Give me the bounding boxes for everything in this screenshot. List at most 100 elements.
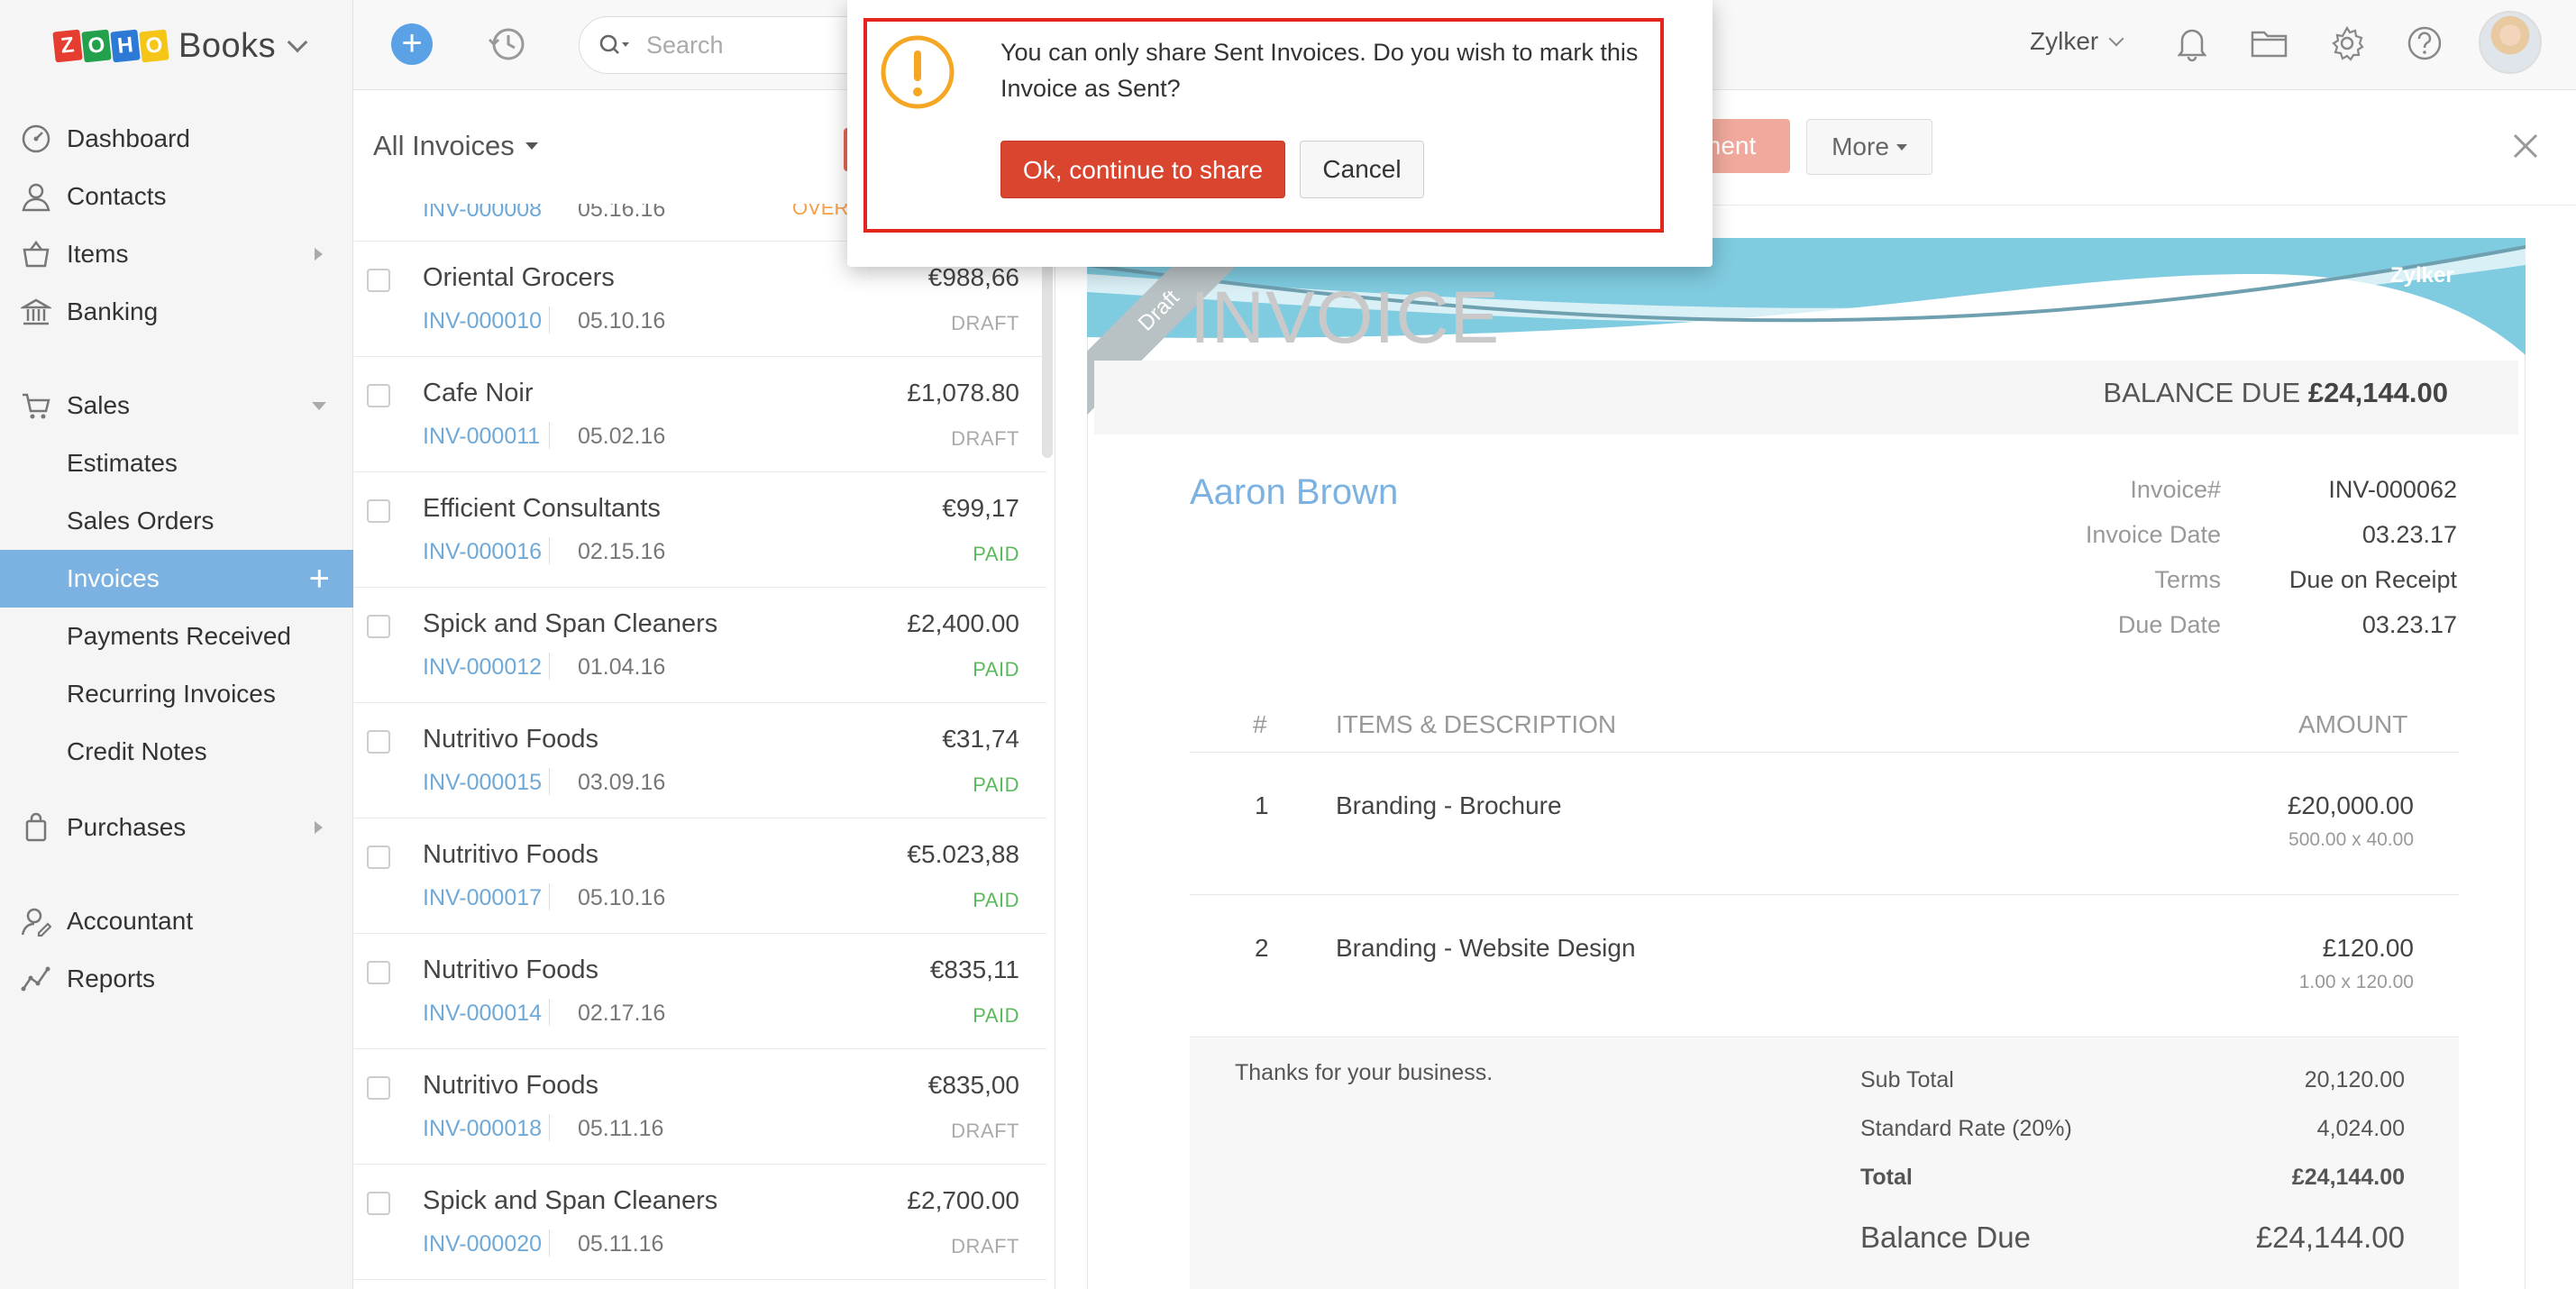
sidebar-item-label: Reports bbox=[67, 964, 156, 992]
list-item[interactable]: Spick and Span Cleaners £2,700.00 INV-0000… bbox=[354, 1165, 1046, 1280]
quick-create-plus-icon[interactable]: + bbox=[391, 23, 433, 65]
sidebar-item-items[interactable]: Items bbox=[0, 225, 353, 283]
sidebar-subitem-sales-orders[interactable]: Sales Orders bbox=[0, 492, 353, 550]
warning-icon bbox=[880, 34, 955, 110]
invoice-number[interactable]: INV-000008 bbox=[423, 204, 542, 223]
row-checkbox[interactable] bbox=[367, 615, 390, 638]
line-item-number: 2 bbox=[1255, 934, 1269, 962]
help-icon[interactable] bbox=[2403, 22, 2446, 65]
row-checkbox[interactable] bbox=[367, 730, 390, 754]
close-icon[interactable] bbox=[2509, 130, 2542, 162]
meta-label: Terms bbox=[2154, 566, 2222, 593]
invoice-amount: £1,078.80 bbox=[907, 379, 1019, 407]
caret-down-icon bbox=[525, 142, 538, 150]
invoice-title: INVOICE bbox=[1190, 277, 1501, 359]
sidebar-subitem-recurring-invoices[interactable]: Recurring Invoices bbox=[0, 665, 353, 723]
customer-name: Cafe Noir bbox=[423, 379, 534, 407]
column-header-description: ITEMS & DESCRIPTION bbox=[1336, 710, 1617, 738]
divider bbox=[549, 1114, 550, 1141]
sidebar-item-contacts[interactable]: Contacts bbox=[0, 168, 353, 225]
status-badge: PAID bbox=[973, 1004, 1019, 1027]
list-item[interactable]: Cafe Noir £1,078.80 INV-000011 05.02.16 DRAF… bbox=[354, 357, 1046, 472]
invoice-number[interactable]: INV-000014 bbox=[423, 1001, 542, 1027]
list-item[interactable]: Nutritivo Foods €835,11 INV-000014 02.17.16… bbox=[354, 934, 1046, 1049]
list-item[interactable]: Efficient Consultants €99,17 INV-000016 02.… bbox=[354, 472, 1046, 588]
divider bbox=[549, 537, 550, 564]
invoice-filter-dropdown[interactable]: All Invoices bbox=[373, 130, 538, 162]
sidebar-item-accountant[interactable]: Accountant bbox=[0, 892, 353, 950]
sidebar-item-sales[interactable]: Sales bbox=[0, 377, 353, 434]
customer-name: Nutritivo Foods bbox=[423, 725, 599, 754]
customer-name: Nutritivo Foods bbox=[423, 1071, 599, 1100]
reports-icon bbox=[20, 963, 52, 995]
customer-name: Nutritivo Foods bbox=[423, 955, 599, 984]
invoice-number[interactable]: INV-000017 bbox=[423, 885, 542, 911]
invoice-number[interactable]: INV-000016 bbox=[423, 539, 542, 565]
row-checkbox[interactable] bbox=[367, 961, 390, 984]
balance-label: BALANCE DUE bbox=[2103, 377, 2301, 408]
organization-switcher[interactable]: Zylker bbox=[2030, 27, 2124, 56]
customer-name[interactable]: Aaron Brown bbox=[1190, 472, 1398, 513]
total-label: Standard Rate (20%) bbox=[1860, 1116, 2072, 1141]
invoice-number[interactable]: INV-000012 bbox=[423, 654, 542, 681]
list-item[interactable]: Spick and Span Cleaners £2,400.00 INV-0000… bbox=[354, 588, 1046, 703]
list-item[interactable]: Nutritivo Foods €5.023,88 INV-000017 05.10.… bbox=[354, 818, 1046, 934]
gear-icon[interactable] bbox=[2325, 22, 2369, 65]
invoice-date: 01.04.16 bbox=[578, 654, 666, 680]
bell-icon[interactable] bbox=[2170, 22, 2214, 65]
cancel-button[interactable]: Cancel bbox=[1300, 141, 1424, 198]
chevron-down-icon bbox=[312, 401, 326, 410]
invoice-amount: €5.023,88 bbox=[907, 840, 1019, 868]
invoice-number[interactable]: INV-000020 bbox=[423, 1231, 542, 1257]
invoice-date: 05.11.16 bbox=[578, 1231, 664, 1257]
search-placeholder: Search bbox=[646, 31, 724, 59]
brand-mark: Zylker bbox=[2390, 263, 2454, 288]
recent-history-icon[interactable] bbox=[487, 23, 528, 65]
avatar[interactable] bbox=[2479, 11, 2542, 74]
sidebar-item-banking[interactable]: Banking bbox=[0, 283, 353, 341]
bag-icon bbox=[20, 811, 52, 844]
invoice-amount: £2,400.00 bbox=[907, 609, 1019, 637]
zoho-books-logo[interactable]: Z O H O Books bbox=[52, 23, 308, 69]
invoice-date: 05.10.16 bbox=[578, 308, 666, 334]
sidebar-subitem-credit-notes[interactable]: Credit Notes bbox=[0, 723, 353, 781]
invoice-date: 05.02.16 bbox=[578, 424, 666, 449]
line-item-amount: £20,000.00 bbox=[2287, 791, 2414, 819]
customer-name: Nutritivo Foods bbox=[423, 840, 599, 869]
row-checkbox[interactable] bbox=[367, 846, 390, 869]
row-checkbox[interactable] bbox=[367, 269, 390, 292]
status-badge: PAID bbox=[973, 543, 1019, 565]
divider bbox=[549, 768, 550, 795]
sidebar-subitem-estimates[interactable]: Estimates bbox=[0, 434, 353, 492]
add-invoice-icon[interactable]: + bbox=[309, 561, 330, 597]
list-item[interactable]: Nutritivo Foods €31,74 INV-000015 03.09.16 P… bbox=[354, 703, 1046, 818]
sidebar-item-dashboard[interactable]: Dashboard bbox=[0, 110, 353, 168]
row-checkbox[interactable] bbox=[367, 384, 390, 407]
invoice-date: 05.11.16 bbox=[578, 1116, 664, 1141]
row-checkbox[interactable] bbox=[367, 1192, 390, 1215]
list-item[interactable]: Nutritivo Foods €835,00 INV-000018 05.11.16… bbox=[354, 1049, 1046, 1165]
meta-value: 03.23.17 bbox=[2361, 611, 2457, 638]
chevron-right-icon bbox=[315, 248, 323, 261]
more-button[interactable]: More bbox=[1806, 119, 1932, 175]
list-scrollbar[interactable] bbox=[1042, 242, 1053, 458]
total-value: £24,144.00 bbox=[2291, 1165, 2405, 1190]
customer-name: Spick and Span Cleaners bbox=[423, 609, 718, 638]
invoice-number[interactable]: INV-000018 bbox=[423, 1116, 542, 1142]
divider bbox=[549, 1230, 550, 1257]
folder-icon[interactable] bbox=[2248, 22, 2291, 65]
chevron-down-icon[interactable] bbox=[287, 32, 308, 53]
row-checkbox[interactable] bbox=[367, 1076, 390, 1100]
sidebar-subitem-payments-received[interactable]: Payments Received bbox=[0, 608, 353, 665]
meta-label: Due Date bbox=[2117, 611, 2221, 638]
sidebar-item-purchases[interactable]: Purchases bbox=[0, 799, 353, 856]
sidebar-item-label: Contacts bbox=[67, 182, 167, 210]
invoice-number[interactable]: INV-000010 bbox=[423, 308, 542, 334]
meta-label: Invoice# bbox=[2130, 476, 2221, 503]
row-checkbox[interactable] bbox=[367, 499, 390, 523]
sidebar-subitem-invoices[interactable]: Invoices + bbox=[0, 550, 353, 608]
ok-continue-to-share-button[interactable]: Ok, continue to share bbox=[1000, 141, 1285, 198]
invoice-number[interactable]: INV-000011 bbox=[423, 424, 540, 450]
sidebar-item-reports[interactable]: Reports bbox=[0, 950, 353, 1008]
invoice-number[interactable]: INV-000015 bbox=[423, 770, 542, 796]
